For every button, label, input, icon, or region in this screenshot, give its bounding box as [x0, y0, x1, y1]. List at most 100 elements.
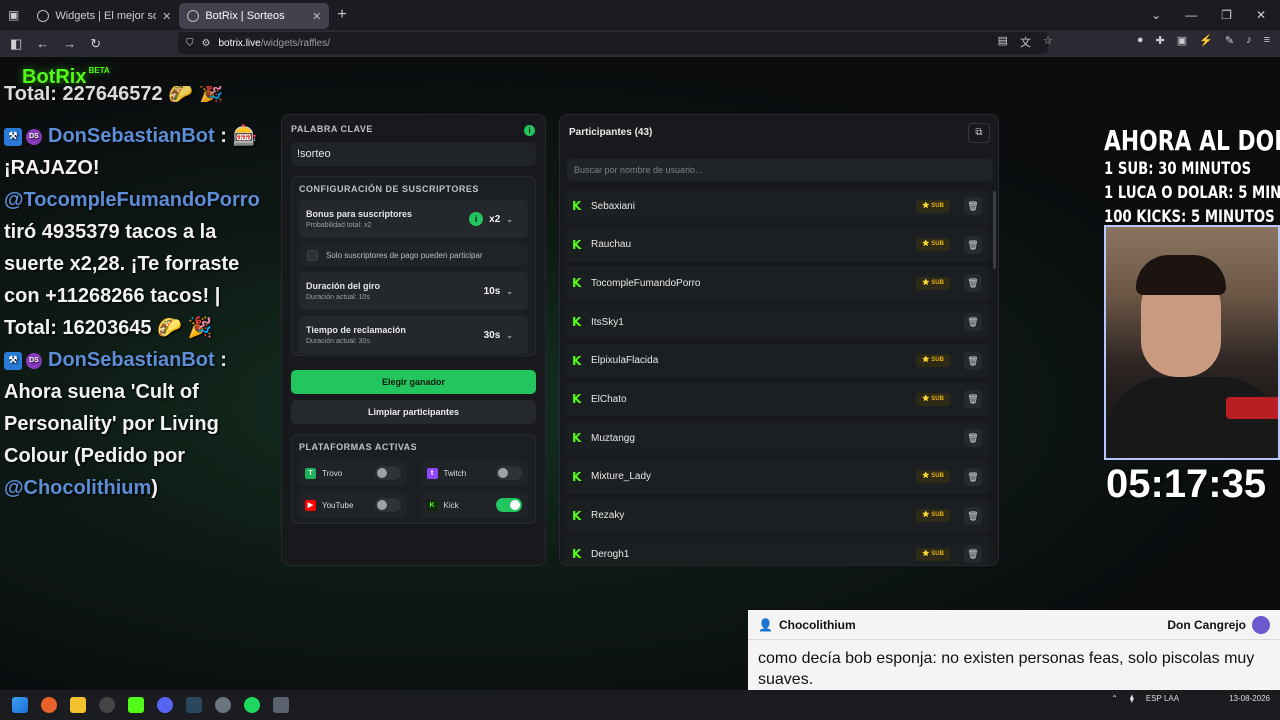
clock-date[interactable]: 13-08-2026	[1229, 694, 1270, 703]
obs-icon[interactable]	[99, 697, 115, 713]
tab-widgets[interactable]: Widgets | El mejor software para ✕	[29, 3, 179, 29]
folder-icon[interactable]	[70, 697, 86, 713]
puzzle-icon[interactable]: ✚	[1156, 34, 1165, 50]
kick-icon: K	[572, 199, 582, 213]
spotify-icon[interactable]	[244, 697, 260, 713]
info-icon[interactable]: i	[469, 212, 484, 226]
participant-search-input[interactable]: Buscar por nombre de usuario...	[567, 159, 993, 181]
tab-overflow-icon[interactable]: ⌄	[1151, 8, 1161, 22]
extension-icon[interactable]: ▣	[1177, 34, 1187, 50]
url-path: /widgets/raffles/	[260, 37, 331, 49]
kick-app-icon[interactable]	[128, 697, 144, 713]
language-indicator[interactable]: ESP LAA	[1146, 694, 1179, 703]
trovo-toggle[interactable]	[374, 466, 401, 480]
windows-start-icon[interactable]	[12, 697, 28, 713]
youtube-toggle[interactable]	[374, 498, 401, 512]
sidebar-icon[interactable]: ◧	[10, 36, 22, 52]
forward-icon[interactable]: →	[63, 36, 76, 51]
highlighted-message: 👤 Chocolithium Don Cangrejo como decía b…	[748, 610, 1280, 690]
steam-icon[interactable]	[186, 697, 202, 713]
kick-icon: K	[572, 508, 582, 523]
volume-icon[interactable]: ♪	[1246, 34, 1252, 50]
chat-username: DonSebastianBot	[48, 349, 215, 371]
paid-only-checkbox-row[interactable]: Solo suscriptores de pago pueden partici…	[299, 244, 528, 266]
kick-toggle[interactable]	[496, 498, 522, 512]
claim-time-select[interactable]: 30s ⌄	[484, 330, 513, 341]
extension-icon[interactable]: ●	[1137, 34, 1144, 50]
trash-icon[interactable]: 🗑	[964, 235, 982, 254]
chat-separator: :	[214, 125, 227, 147]
tab-bar: ▣ Widgets | El mejor software para ✕ Bot…	[0, 0, 1280, 30]
scrollbar[interactable]	[993, 191, 996, 269]
trash-icon[interactable]: 🗑	[964, 429, 982, 448]
spin-duration-select[interactable]: 10s ⌄	[484, 286, 513, 297]
kick-icon: K	[572, 469, 582, 484]
close-window-icon[interactable]: ✕	[1256, 8, 1266, 22]
bonus-row: Bonus para suscriptores Probabilidad tot…	[299, 200, 528, 238]
chat-cutoff-line: Total: 227646572 🌮 🎉	[4, 86, 224, 102]
tab-title: BotRix | Sorteos	[205, 10, 285, 22]
chat-text: Ahora suena 'Cult of Personality' por Li…	[4, 381, 219, 467]
chevron-down-icon: ⌄	[506, 330, 513, 340]
trash-icon[interactable]: 🗑	[964, 274, 982, 293]
restore-icon[interactable]: ❐	[1221, 8, 1232, 22]
tab-botrix-sorteos[interactable]: BotRix | Sorteos ✕	[179, 3, 330, 29]
chat-mention: @TocompleFumandoPorro	[4, 189, 260, 211]
clear-participants-button[interactable]: Limpiar participantes	[291, 400, 536, 424]
bookmark-star-icon[interactable]: ☆	[1043, 34, 1053, 50]
trash-icon[interactable]: 🗑	[964, 351, 982, 370]
new-tab-icon[interactable]: +	[337, 6, 346, 24]
trash-icon[interactable]: 🗑	[964, 506, 982, 525]
paid-only-checkbox[interactable]	[307, 249, 318, 261]
menu-icon[interactable]: ≡	[1264, 34, 1270, 50]
subscriber-config-section: CONFIGURACIÓN DE SUSCRIPTORES Bonus para…	[291, 176, 536, 356]
trash-icon[interactable]: 🗑	[964, 545, 982, 564]
info-icon[interactable]: i	[524, 125, 535, 136]
paid-only-label: Solo suscriptores de pago pueden partici…	[326, 250, 483, 260]
pick-winner-button[interactable]: Elegir ganador	[291, 370, 536, 394]
keyword-input[interactable]: !sorteo	[291, 142, 536, 166]
kick-icon: K	[426, 499, 438, 511]
close-tab-icon[interactable]: ✕	[312, 10, 321, 23]
sub-badge: ⭐ SUB	[916, 547, 950, 561]
settings-gear-icon[interactable]	[215, 697, 231, 713]
bonus-select[interactable]: x2 ⌄	[489, 214, 513, 225]
chat-message: ⚒ DS DonSebastianBot : 🎰 ¡RAJAZO! @Tocompl…	[4, 120, 274, 344]
back-icon[interactable]: ←	[36, 36, 49, 51]
platform-youtube: ▶ YouTube	[299, 492, 407, 518]
trash-icon[interactable]: 🗑	[964, 390, 982, 409]
participant-name: ElpixulaFlacida	[591, 355, 659, 367]
copy-icon[interactable]: ⧉	[968, 123, 990, 143]
calculator-icon[interactable]	[273, 697, 289, 713]
reader-view-icon[interactable]: ▤	[998, 34, 1008, 50]
minimize-icon[interactable]: —	[1185, 8, 1197, 22]
shield-icon: ⛉	[186, 37, 194, 49]
discord-icon[interactable]	[157, 697, 173, 713]
reload-icon[interactable]: ↻	[90, 36, 101, 52]
brand-name: BotRix	[22, 66, 87, 88]
trash-icon[interactable]: 🗑	[964, 197, 982, 215]
network-icon[interactable]: ⧫	[1130, 694, 1134, 703]
avatar	[1252, 615, 1270, 634]
firefox-icon[interactable]	[41, 697, 57, 713]
slot-emote: 🎰	[232, 125, 258, 147]
tray-chevron-icon[interactable]: ⌃	[1111, 694, 1118, 703]
site-info-icon[interactable]: ⚙	[202, 38, 211, 49]
url-bar[interactable]: ⛉ ⚙ botrix.live/widgets/raffles/	[178, 32, 1048, 54]
promo-line: 1 LUCA O DOLAR: 5 MINUTOS	[1104, 183, 1280, 203]
translate-icon[interactable]: 文	[1020, 34, 1031, 50]
tab-list-icon[interactable]: ▣	[8, 8, 19, 22]
youtube-icon: ▶	[305, 499, 316, 511]
system-tray: ⌃ ⧫ ESP LAA 13-08-2026	[1111, 694, 1270, 703]
highlight-username: Chocolithium	[778, 617, 856, 632]
trash-icon[interactable]: 🗑	[964, 467, 982, 486]
participant-name: Muztangg	[591, 432, 635, 444]
close-tab-icon[interactable]: ✕	[162, 10, 171, 23]
extension-icon[interactable]: ✎	[1225, 34, 1234, 50]
claim-value: 30s	[483, 329, 501, 341]
twitch-toggle[interactable]	[496, 466, 522, 480]
kick-icon: K	[572, 547, 582, 562]
extension-icon[interactable]: ⚡	[1199, 34, 1213, 50]
trash-icon[interactable]: 🗑	[964, 313, 982, 332]
sub-badge: ⭐ SUB	[916, 199, 950, 213]
